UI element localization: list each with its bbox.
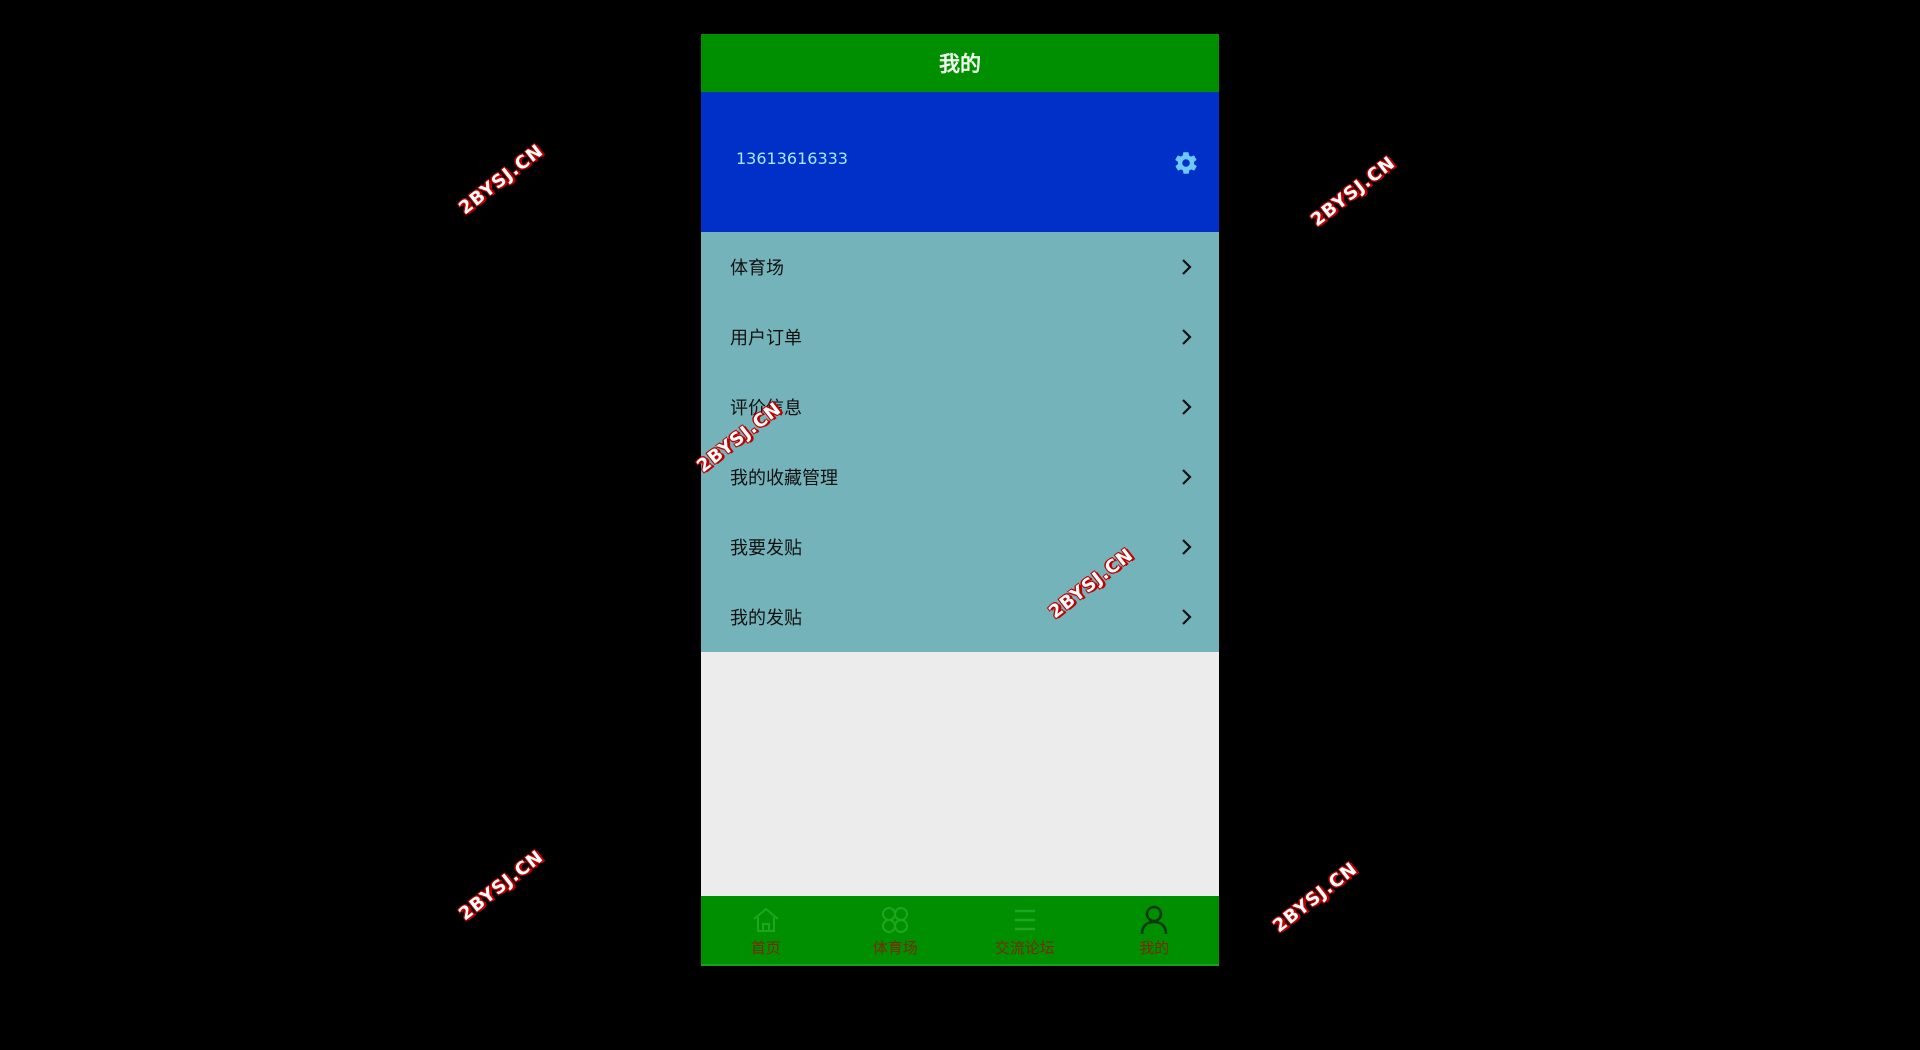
menu-item-label: 我的发贴 <box>730 608 802 629</box>
tab-label: 我的 <box>1139 939 1170 957</box>
list-icon <box>1014 909 1035 931</box>
menu-list: 体育场 用户订单 评价信息 我的收藏管理 我要发贴 我的发贴 <box>701 232 1219 652</box>
gear-icon <box>1175 152 1197 174</box>
tab-home[interactable]: 首页 <box>701 896 831 964</box>
tab-stadium[interactable]: 体育场 <box>831 896 961 964</box>
user-panel: 13613616333 <box>701 92 1219 232</box>
watermark: 2BYSJ.CN <box>1269 858 1362 937</box>
tab-forum[interactable]: 交流论坛 <box>960 896 1090 964</box>
chevron-right-icon <box>1182 469 1192 485</box>
menu-item-favorites[interactable]: 我的收藏管理 <box>701 442 1219 512</box>
page-title: 我的 <box>939 52 981 76</box>
tab-label: 体育场 <box>872 939 918 957</box>
home-icon <box>753 907 779 932</box>
bottom-tab-bar: 首页 体育场 交流论坛 我的 <box>701 896 1219 966</box>
tab-label: 首页 <box>750 939 781 957</box>
menu-item-orders[interactable]: 用户订单 <box>701 302 1219 372</box>
person-icon <box>1140 905 1168 935</box>
watermark: 2BYSJ.CN <box>455 140 548 219</box>
phone-screen: 我的 13613616333 体育场 用户订单 评价信息 我的收藏管理 我要发贴… <box>701 34 1219 966</box>
chevron-right-icon <box>1182 399 1192 415</box>
user-phone: 13613616333 <box>736 149 848 168</box>
settings-button[interactable] <box>1173 150 1199 176</box>
menu-item-label: 体育场 <box>730 258 784 279</box>
title-bar: 我的 <box>701 34 1219 92</box>
watermark: 2BYSJ.CN <box>1307 152 1400 231</box>
menu-item-stadium[interactable]: 体育场 <box>701 232 1219 302</box>
chevron-right-icon <box>1182 259 1192 275</box>
tab-label: 交流论坛 <box>994 939 1055 957</box>
chevron-right-icon <box>1182 539 1192 555</box>
menu-item-label: 我的收藏管理 <box>730 468 838 489</box>
grid-icon <box>882 907 909 933</box>
tab-mine[interactable]: 我的 <box>1090 896 1220 964</box>
menu-item-label: 我要发贴 <box>730 538 802 559</box>
watermark: 2BYSJ.CN <box>455 846 548 925</box>
chevron-right-icon <box>1182 609 1192 625</box>
chevron-right-icon <box>1182 329 1192 345</box>
menu-item-new-post[interactable]: 我要发贴 <box>701 512 1219 582</box>
menu-item-label: 用户订单 <box>730 328 802 349</box>
menu-item-my-posts[interactable]: 我的发贴 <box>701 582 1219 652</box>
